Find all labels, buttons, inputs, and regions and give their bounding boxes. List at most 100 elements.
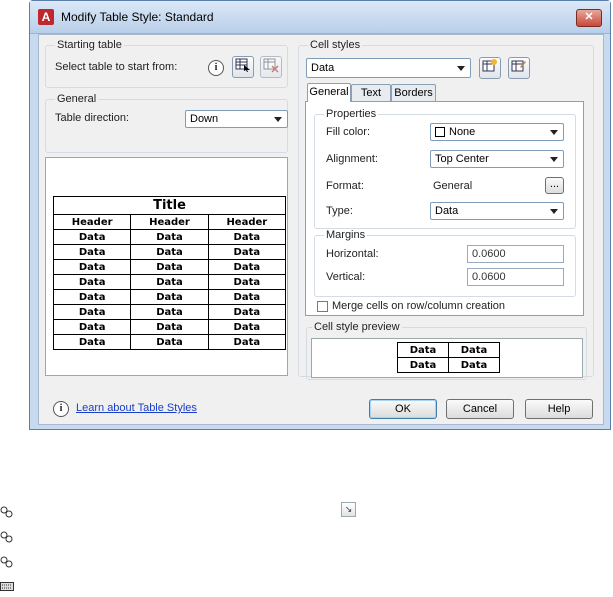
table-select-icon [235,58,250,72]
cell-style-value: Data [311,62,335,74]
preview-data-cell: Data [130,304,209,320]
preview-header-cell: Header [52,214,132,230]
create-cell-style-button[interactable] [479,57,501,79]
preview-data-cell: Data [130,244,209,260]
manage-cell-styles-icon [511,60,526,72]
horizontal-margin-input[interactable]: 0.0600 [467,245,564,263]
cell-styles-group-label: Cell styles [308,39,363,51]
preview-row: Data Data Data [52,259,287,275]
merge-cells-label: Merge cells on row/column creation [332,300,506,312]
alignment-dropdown[interactable]: Top Center [430,150,564,168]
fill-color-value: None [449,126,476,138]
chevron-down-icon [550,209,558,214]
preview-header-cell: Header [130,214,209,230]
cancel-button[interactable]: Cancel [446,399,514,419]
merge-cells-checkbox[interactable] [317,301,328,312]
vertical-margin-value: 0.0600 [472,271,506,283]
fill-color-label: Fill color: [326,126,371,138]
learn-table-styles-link[interactable]: Learn about Table Styles [76,402,197,414]
table-direction-dropdown[interactable]: Down [185,110,288,128]
preview-data-cell: Data [52,274,132,290]
tab-text[interactable]: Text [351,84,391,101]
preview-data-cell: Data [52,244,132,260]
starting-table-group-label: Starting table [55,39,124,51]
color-swatch-icon [435,127,445,137]
alignment-label: Alignment: [326,153,378,165]
preview-title-cell: Title [53,196,286,215]
preview-data-cell: Data [52,304,132,320]
format-value: General [433,180,473,192]
pointer-device-icon [0,555,14,568]
preview-data-cell: Data [207,289,287,305]
preview-data-cell: Data [207,319,287,335]
type-value: Data [435,205,459,217]
modify-table-style-dialog: A Modify Table Style: Standard ✕ Startin… [29,0,611,430]
table-preview-grid: Title Header Header Header Data Data Data … [52,196,287,350]
preview-data-cell: Data [130,259,209,275]
preview-row: Data Data Data [52,319,287,335]
preview-data-cell: Data [448,342,500,358]
format-browse-button[interactable]: ... [545,177,564,194]
manage-cell-styles-button[interactable] [508,57,530,79]
preview-data-cell: Data [130,289,209,305]
info-icon: i [208,60,224,76]
preview-data-cell: Data [130,274,209,290]
preview-data-cell: Data [207,304,287,320]
chevron-down-icon [457,66,465,71]
preview-data-cell: Data [448,357,500,373]
preview-data-cell: Data [207,334,287,350]
select-table-button[interactable] [232,56,254,78]
close-button[interactable]: ✕ [576,9,602,27]
cell-style-dropdown[interactable]: Data [306,58,471,78]
preview-data-cell: Data [397,357,449,373]
vertical-margin-input[interactable]: 0.0600 [467,268,564,286]
select-table-prompt: Select table to start from: [55,61,178,73]
ok-button[interactable]: OK [369,399,437,419]
pick-arrow-button[interactable]: ↘ [341,502,356,517]
preview-data-cell: Data [207,229,287,245]
remove-start-table-button[interactable] [260,56,282,78]
preview-row: Data Data Data [52,289,287,305]
type-dropdown[interactable]: Data [430,202,564,220]
table-preview: Title Header Header Header Data Data Data … [45,157,288,376]
tab-borders[interactable]: Borders [391,84,436,101]
cell-style-preview-group-label: Cell style preview [312,321,402,333]
dialog-client-area: Starting table Select table to start fro… [38,34,604,425]
general-group-label: General [55,93,99,105]
horizontal-margin-label: Horizontal: [326,248,379,260]
table-direction-label: Table direction: [55,112,129,124]
format-label: Format: [326,180,364,192]
preview-data-cell: Data [52,259,132,275]
properties-group-label: Properties [324,108,379,120]
type-label: Type: [326,205,353,217]
preview-data-cell: Data [207,274,287,290]
preview-row: Data Data Data [52,229,287,245]
preview-row: Data Data Data [52,274,287,290]
window-title: Modify Table Style: Standard [61,10,214,24]
title-bar[interactable]: A Modify Table Style: Standard ✕ [30,1,610,34]
preview-header-cell: Header [207,214,287,230]
preview-data-cell: Data [207,259,287,275]
preview-data-cell: Data [52,229,132,245]
preview-data-cell: Data [130,334,209,350]
autocad-app-icon: A [38,9,54,25]
preview-row: Data Data Data [52,304,287,320]
preview-data-cell: Data [52,334,132,350]
cell-style-preview-grid: Data Data Data Data [397,342,500,373]
chevron-down-icon [550,130,558,135]
preview-data-cell: Data [130,319,209,335]
keyboard-icon [0,580,14,593]
vertical-margin-label: Vertical: [326,271,366,283]
preview-data-cell: Data [130,229,209,245]
table-direction-value: Down [190,113,219,125]
tab-general[interactable]: General [307,83,351,102]
fill-color-dropdown[interactable]: None [430,123,564,141]
chevron-down-icon [550,157,558,162]
preview-row: Data Data Data [52,334,287,350]
table-delete-icon [263,58,279,73]
general-tab-panel: Properties Fill color: None Alignment: T… [305,101,584,316]
preview-data-cell: Data [52,289,132,305]
alignment-value: Top Center [435,153,489,165]
preview-data-cell: Data [207,244,287,260]
help-button[interactable]: Help [525,399,593,419]
